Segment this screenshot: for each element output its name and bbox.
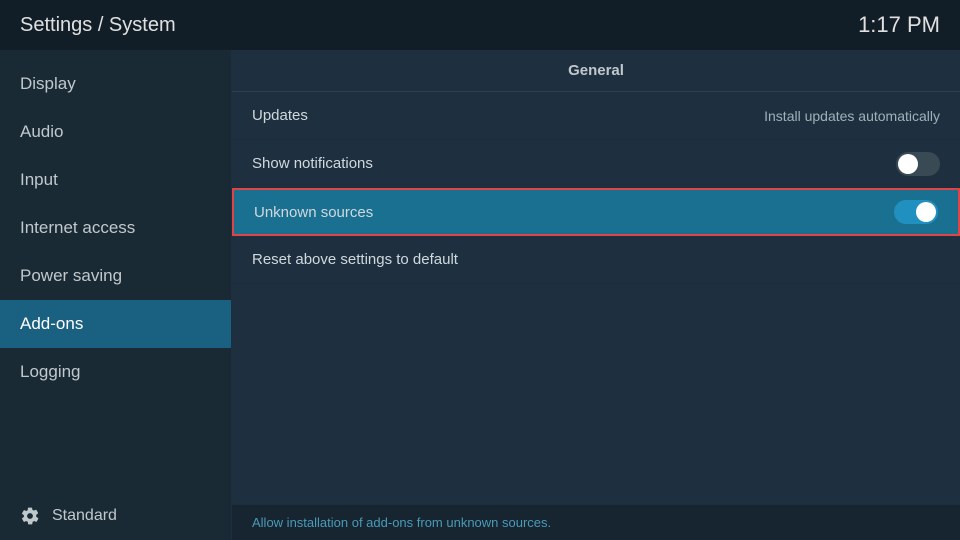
sidebar-item-add-ons[interactable]: Add-ons bbox=[0, 300, 231, 348]
setting-row-updates[interactable]: Updates Install updates automatically bbox=[232, 92, 960, 140]
content-area: General Updates Install updates automati… bbox=[232, 50, 960, 540]
setting-label-updates: Updates bbox=[252, 107, 308, 124]
footer-bar: Allow installation of add-ons from unkno… bbox=[232, 504, 960, 540]
sidebar-level-label: Standard bbox=[52, 507, 117, 525]
toggle-unknown-sources[interactable] bbox=[894, 200, 938, 224]
setting-row-reset-settings[interactable]: Reset above settings to default bbox=[232, 236, 960, 284]
sidebar-bottom[interactable]: Standard bbox=[0, 492, 231, 540]
sidebar-item-audio[interactable]: Audio bbox=[0, 108, 231, 156]
toggle-knob-unknown-sources bbox=[916, 202, 936, 222]
setting-value-updates: Install updates automatically bbox=[764, 108, 940, 124]
sidebar-item-display[interactable]: Display bbox=[0, 60, 231, 108]
sidebar-item-internet-access[interactable]: Internet access bbox=[0, 204, 231, 252]
setting-label-show-notifications: Show notifications bbox=[252, 155, 373, 172]
page-title: Settings / System bbox=[20, 14, 176, 37]
clock: 1:17 PM bbox=[858, 12, 940, 38]
sidebar-item-input[interactable]: Input bbox=[0, 156, 231, 204]
main-layout: Display Audio Input Internet access Powe… bbox=[0, 50, 960, 540]
sidebar: Display Audio Input Internet access Powe… bbox=[0, 50, 232, 540]
header: Settings / System 1:17 PM bbox=[0, 0, 960, 50]
toggle-show-notifications[interactable] bbox=[896, 152, 940, 176]
section-header: General bbox=[232, 50, 960, 92]
setting-label-reset-settings: Reset above settings to default bbox=[252, 251, 458, 268]
setting-row-unknown-sources[interactable]: Unknown sources bbox=[232, 188, 960, 236]
footer-text: Allow installation of add-ons from unkno… bbox=[252, 515, 551, 530]
gear-icon bbox=[20, 506, 40, 526]
sidebar-item-power-saving[interactable]: Power saving bbox=[0, 252, 231, 300]
toggle-knob-show-notifications bbox=[898, 154, 918, 174]
sidebar-item-logging[interactable]: Logging bbox=[0, 348, 231, 396]
setting-row-show-notifications[interactable]: Show notifications bbox=[232, 140, 960, 188]
setting-label-unknown-sources: Unknown sources bbox=[254, 204, 373, 221]
settings-list: Updates Install updates automatically Sh… bbox=[232, 92, 960, 504]
